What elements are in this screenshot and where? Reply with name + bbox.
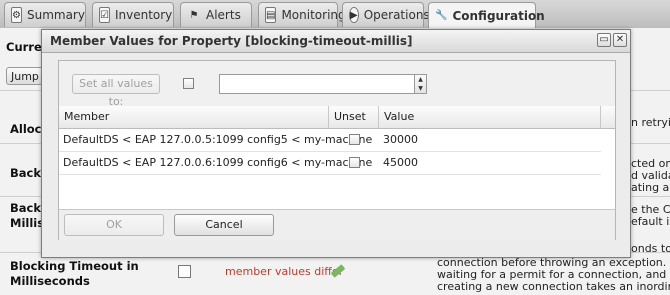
tab-configuration[interactable]: 🔧 Configuration [428,2,545,28]
maximize-icon[interactable]: ▭ [597,33,611,47]
unset-checkbox[interactable] [178,265,191,278]
description-text: efault is [631,215,670,228]
set-all-values-button[interactable]: Set all values to: [72,74,160,108]
inventory-icon: ☑ [99,7,110,23]
set-all-value-input[interactable] [219,74,415,94]
member-cell: DefaultDS < EAP 127.0.0.6:1099 config6 <… [63,156,373,169]
set-all-unset-checkbox[interactable] [183,78,194,89]
dialog-footer: OK Cancel [59,209,615,240]
spinner-up-icon[interactable]: ▲ [415,75,426,84]
member-values-table: Member Unset Value DefaultDS < EAP 127.0… [59,106,615,209]
property-label: Milliseconds [10,274,90,288]
dialog-title: Member Values for Property [blocking-tim… [50,34,413,48]
table-row[interactable]: DefaultDS < EAP 127.0.0.6:1099 config6 <… [59,152,601,175]
bulk-edit-toolbar: Set all values to: ▲ ▼ [59,61,615,108]
tab-monitoring[interactable]: ▤ Monitoring [258,2,346,27]
close-icon[interactable]: ✕ [613,33,627,47]
description-text: creating a new connection takes an inord… [437,280,670,293]
status-text: member values differ [225,265,344,278]
column-header-member[interactable]: Member [59,106,329,128]
wrench-icon: 🔧 [435,10,448,21]
table-header: Member Unset Value [59,106,615,129]
gear-icon: ⚙ [11,7,22,23]
tab-operations[interactable]: ▶ Operations [342,2,430,27]
flag-icon: ⚑ [189,9,199,21]
tab-alerts[interactable]: ⚑ Alerts [180,2,252,27]
column-header-unset[interactable]: Unset [329,106,379,128]
tab-inventory[interactable]: ☑ Inventory [92,2,174,27]
spinner-down-icon[interactable]: ▼ [415,84,426,93]
section-title: Curre [6,40,42,54]
dialog-titlebar[interactable]: Member Values for Property [blocking-tim… [42,30,630,53]
member-values-dialog: Member Values for Property [blocking-tim… [41,29,631,258]
unset-checkbox[interactable] [349,134,360,145]
value-cell[interactable]: 45000 [379,152,479,174]
cancel-button[interactable]: Cancel [174,214,274,236]
value-spinner[interactable]: ▲ ▼ [415,74,427,94]
monitor-icon: ▤ [265,7,277,23]
ok-button[interactable]: OK [64,214,164,236]
table-row[interactable]: DefaultDS < EAP 127.0.0.5:1099 config5 <… [59,129,601,152]
description-text: ating a c [631,181,670,194]
description-text: onds to bl [631,242,670,255]
value-cell[interactable]: 30000 [379,129,479,151]
column-header-value[interactable]: Value [379,106,601,128]
property-label: Blocking Timeout in [10,259,139,273]
member-cell: DefaultDS < EAP 127.0.0.5:1099 config5 <… [63,133,373,146]
dialog-content: Set all values to: ▲ ▼ Member Unset Valu… [58,60,616,240]
unset-checkbox[interactable] [349,157,360,168]
tab-summary[interactable]: ⚙ Summary [4,2,86,27]
property-label: Millis [10,216,45,230]
play-icon: ▶ [349,7,359,23]
tab-bar: ⚙ Summary ☑ Inventory ⚑ Alerts ▤ Monitor… [0,0,670,29]
description-text: n retryin [631,116,670,129]
